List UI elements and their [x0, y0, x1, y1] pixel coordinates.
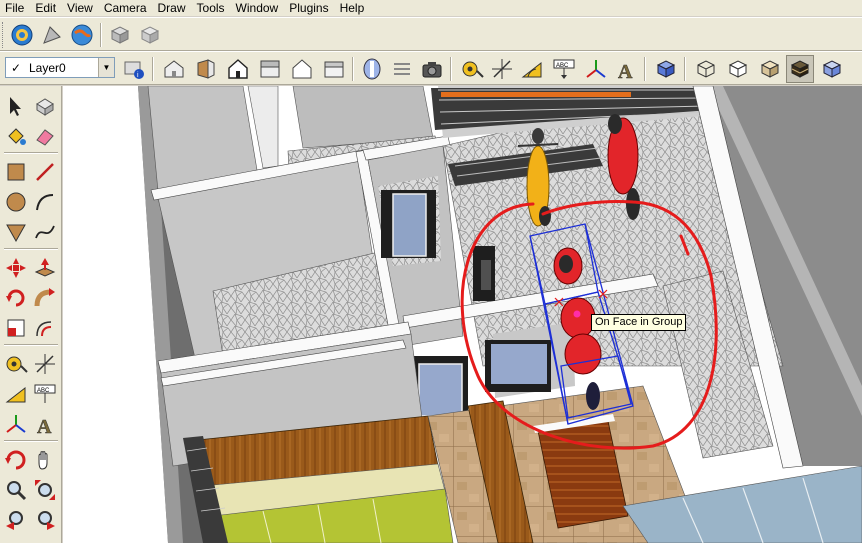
- palette-separator: [4, 440, 58, 442]
- hidden-line-icon[interactable]: [724, 55, 752, 83]
- menu-tools[interactable]: Tools: [192, 1, 231, 16]
- polygon-icon[interactable]: [2, 218, 30, 246]
- toolbar-separator: [152, 57, 154, 81]
- back-view-icon[interactable]: [288, 55, 316, 83]
- menu-view[interactable]: View: [62, 1, 99, 16]
- palette-separator: [4, 344, 58, 346]
- layer-manager-icon[interactable]: i: [120, 55, 148, 83]
- menu-window[interactable]: Window: [231, 1, 285, 16]
- toolbar-google: [0, 17, 862, 51]
- pan-icon[interactable]: [31, 446, 59, 474]
- menu-draw[interactable]: Draw: [153, 1, 192, 16]
- model-viewport[interactable]: On Face in Group: [63, 86, 862, 543]
- toolbar-main: ✓ Layer0 ▼ i ABC A: [0, 51, 862, 85]
- menu-edit[interactable]: Edit: [30, 1, 62, 16]
- offset-icon[interactable]: [31, 314, 59, 342]
- inference-tooltip: On Face in Group: [591, 314, 687, 331]
- get-models-icon[interactable]: [8, 21, 36, 49]
- right-view-icon[interactable]: [256, 55, 284, 83]
- rotate-icon[interactable]: [2, 284, 30, 312]
- monochrome-icon[interactable]: [818, 55, 846, 83]
- protractor-icon[interactable]: [518, 55, 546, 83]
- palette-separator: [4, 152, 58, 154]
- eraser-icon[interactable]: [31, 122, 59, 150]
- svg-text:ABC: ABC: [556, 63, 569, 69]
- svg-text:ABC: ABC: [37, 388, 50, 394]
- toolbar-separator: [352, 57, 354, 81]
- paint-bucket-icon[interactable]: [2, 122, 30, 150]
- make-component-icon[interactable]: [31, 92, 59, 120]
- axes-icon[interactable]: [582, 55, 610, 83]
- layer-visible-check: ✓: [10, 60, 22, 75]
- xray-mode-icon[interactable]: [652, 55, 680, 83]
- previous-view-icon[interactable]: [2, 506, 30, 534]
- wireframe-icon[interactable]: [692, 55, 720, 83]
- palette-separator: [4, 248, 58, 250]
- menu-help[interactable]: Help: [335, 1, 371, 16]
- left-view-icon[interactable]: [320, 55, 348, 83]
- svg-text:A: A: [618, 61, 633, 81]
- svg-text:A: A: [37, 416, 52, 436]
- zoom-icon[interactable]: [2, 476, 30, 504]
- arc-icon[interactable]: [31, 188, 59, 216]
- line-icon[interactable]: [31, 158, 59, 186]
- toolbar-separator: [450, 57, 452, 81]
- top-view-icon[interactable]: [192, 55, 220, 83]
- 3d-text-icon[interactable]: A: [31, 410, 59, 438]
- dimension-icon[interactable]: [31, 350, 59, 378]
- zoom-extents-icon[interactable]: [31, 476, 59, 504]
- toolbar-separator: [644, 57, 646, 81]
- text-icon[interactable]: ABC: [31, 380, 59, 408]
- materials-icon[interactable]: [136, 21, 164, 49]
- layer-dropdown[interactable]: ✓ Layer0 ▼: [5, 57, 115, 78]
- earth-icon[interactable]: [68, 21, 96, 49]
- scale-icon[interactable]: [2, 314, 30, 342]
- section-plane-icon[interactable]: [388, 55, 416, 83]
- components-icon[interactable]: [106, 21, 134, 49]
- textured-icon[interactable]: [786, 55, 814, 83]
- tape-measure-icon[interactable]: [458, 55, 486, 83]
- chevron-down-icon[interactable]: ▼: [98, 58, 114, 77]
- iso-view-icon[interactable]: [160, 55, 188, 83]
- toolbar-separator: [684, 57, 686, 81]
- text-icon[interactable]: ABC: [550, 55, 578, 83]
- model-scene: [63, 86, 862, 543]
- menu-file[interactable]: File: [0, 1, 30, 16]
- sketchup-window: File Edit View Camera Draw Tools Window …: [0, 0, 862, 543]
- xray-icon[interactable]: [358, 55, 386, 83]
- menu-camera[interactable]: Camera: [99, 1, 153, 16]
- camera-icon[interactable]: [418, 55, 446, 83]
- axes-icon[interactable]: [2, 410, 30, 438]
- toolbar-separator: [100, 23, 102, 47]
- layer-name: Layer0: [29, 60, 66, 75]
- push-pull-icon[interactable]: [31, 254, 59, 282]
- circle-icon[interactable]: [2, 188, 30, 216]
- tool-palette: ABC A: [0, 86, 62, 543]
- follow-me-icon[interactable]: [31, 284, 59, 312]
- shaded-icon[interactable]: [756, 55, 784, 83]
- select-icon[interactable]: [2, 92, 30, 120]
- freehand-icon[interactable]: [31, 218, 59, 246]
- next-view-icon[interactable]: [31, 506, 59, 534]
- toolbar-grip[interactable]: [2, 22, 5, 48]
- menu-bar: File Edit View Camera Draw Tools Window …: [0, 0, 862, 16]
- front-view-icon[interactable]: [224, 55, 252, 83]
- tape-measure-icon[interactable]: [2, 350, 30, 378]
- move-icon[interactable]: [2, 254, 30, 282]
- menu-plugins[interactable]: Plugins: [284, 1, 334, 16]
- protractor-icon[interactable]: [2, 380, 30, 408]
- rectangle-icon[interactable]: [2, 158, 30, 186]
- 3d-text-icon[interactable]: A: [612, 55, 640, 83]
- orbit-icon[interactable]: [2, 446, 30, 474]
- share-model-icon[interactable]: [38, 21, 66, 49]
- dimension-icon[interactable]: [488, 55, 516, 83]
